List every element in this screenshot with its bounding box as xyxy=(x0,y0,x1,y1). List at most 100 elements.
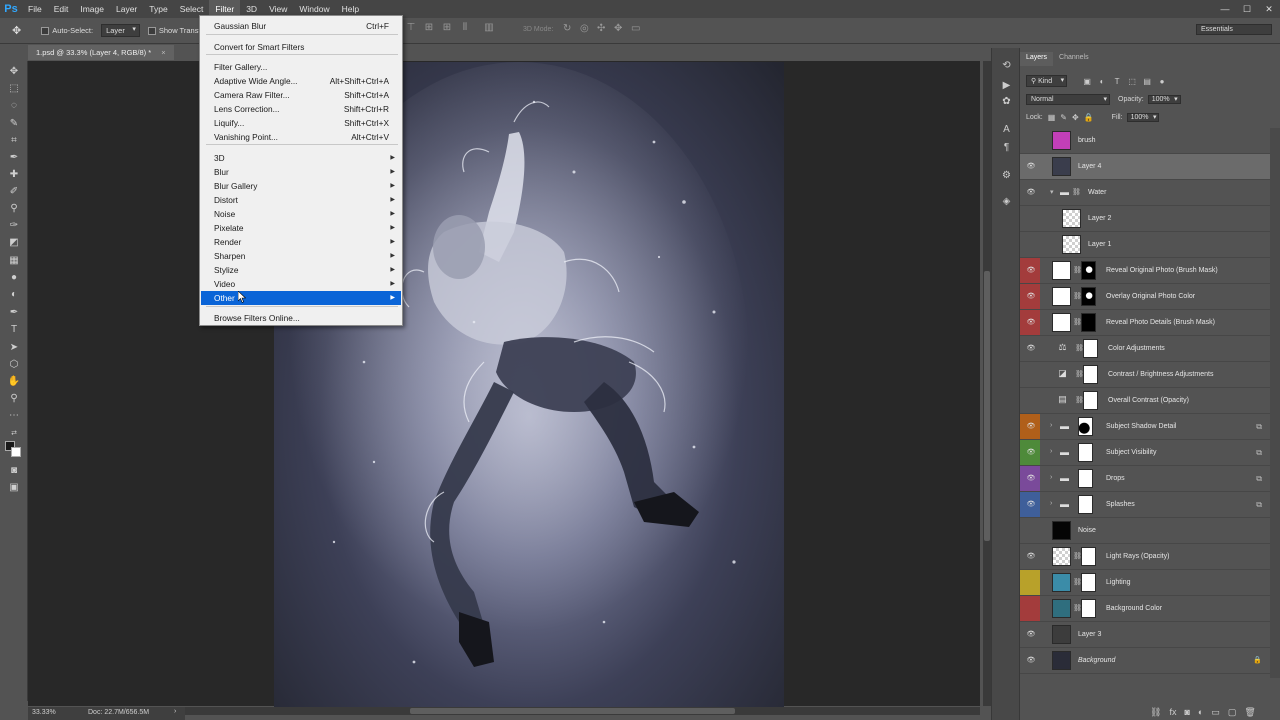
layer-name[interactable]: Subject Visibility xyxy=(1106,449,1156,456)
filter-menu-item-blur-gallery[interactable]: Blur Gallery ▶ xyxy=(201,179,401,193)
crop-tool-icon[interactable]: ⌗ xyxy=(7,134,21,148)
visibility-eye-icon[interactable] xyxy=(1026,214,1036,224)
new-adjustment-icon[interactable]: ◐ xyxy=(1198,707,1203,718)
maximize-button[interactable]: ☐ xyxy=(1236,0,1258,18)
layer-row[interactable]: 👁 › ▬ Subject Visibility ⧉ xyxy=(1020,440,1270,466)
layer-name[interactable]: Layer 3 xyxy=(1078,631,1101,638)
visibility-eye-icon[interactable]: 👁 xyxy=(1026,552,1036,562)
canvas-area[interactable] xyxy=(28,61,980,707)
layer-name[interactable]: Subject Shadow Detail xyxy=(1106,423,1176,430)
group-disclosure-icon[interactable]: › xyxy=(1050,448,1052,455)
layer-row[interactable]: ◪ ⛓ Contrast / Brightness Adjustments xyxy=(1020,362,1270,388)
layer-row[interactable]: brush xyxy=(1020,128,1270,154)
align-vcenter-icon[interactable]: ⊞ xyxy=(423,22,435,36)
layer-name[interactable]: Layer 1 xyxy=(1088,241,1111,248)
auto-select-checkbox[interactable] xyxy=(41,26,50,35)
layer-name[interactable]: Background xyxy=(1078,657,1115,664)
visibility-eye-icon[interactable] xyxy=(1026,136,1036,146)
layer-row[interactable]: Layer 1 xyxy=(1020,232,1270,258)
filter-type-icon[interactable]: T xyxy=(1112,77,1122,86)
eraser-tool-icon[interactable]: ◩ xyxy=(7,236,21,250)
filter-menu-item-render[interactable]: Render ▶ xyxy=(201,235,401,249)
healing-brush-icon[interactable]: ✚ xyxy=(7,168,21,182)
layer-name[interactable]: Splashes xyxy=(1106,501,1135,508)
more-tools-icon[interactable]: ⋯ xyxy=(7,409,21,423)
adjustments-panel-icon[interactable]: ⚙ xyxy=(1000,170,1013,183)
lasso-tool-icon[interactable]: ◌ xyxy=(7,99,21,113)
layer-thumbnail[interactable] xyxy=(1052,313,1071,332)
visibility-eye-icon[interactable]: 👁 xyxy=(1026,318,1036,328)
3d-slide-icon[interactable]: ✥ xyxy=(614,23,622,34)
layer-mask-thumbnail[interactable] xyxy=(1083,339,1098,358)
lock-position-icon[interactable]: ✥ xyxy=(1072,113,1079,122)
distribute-icon[interactable]: ⫴ xyxy=(459,22,471,36)
filter-menu-item-adaptive-wide-angle[interactable]: Adaptive Wide Angle... Alt+Shift+Ctrl+A xyxy=(201,74,401,88)
menu-file[interactable]: File xyxy=(22,0,48,18)
link-layers-icon[interactable]: ⛓ xyxy=(1150,707,1161,718)
3d-roll-icon[interactable]: ◎ xyxy=(580,23,589,34)
quick-select-tool-icon[interactable]: ✎ xyxy=(7,117,21,131)
layer-thumbnail[interactable] xyxy=(1052,287,1071,306)
filter-menu-item-sharpen[interactable]: Sharpen ▶ xyxy=(201,249,401,263)
layer-row[interactable]: ▤ ⛓ Overall Contrast (Opacity) xyxy=(1020,388,1270,414)
layer-thumbnail[interactable] xyxy=(1062,235,1081,254)
layer-row[interactable]: 👁 ⚖ ⛓ Color Adjustments xyxy=(1020,336,1270,362)
brush-tool-icon[interactable]: ✐ xyxy=(7,185,21,199)
auto-align-icon[interactable]: ▥ xyxy=(483,22,495,36)
menu-image[interactable]: Image xyxy=(74,0,110,18)
move-tool-icon[interactable]: ✥ xyxy=(12,24,21,37)
layer-row[interactable]: 👁 ⛓ Overlay Original Photo Color xyxy=(1020,284,1270,310)
filter-kind-dropdown[interactable]: ⚲ Kind xyxy=(1026,75,1068,87)
3d-rotate-icon[interactable]: ↻ xyxy=(563,23,571,34)
layer-row[interactable]: 👁 › ▬ Drops ⧉ xyxy=(1020,466,1270,492)
filter-smart-object-icon[interactable]: ▤ xyxy=(1142,77,1152,86)
layer-row[interactable]: 👁 ⛓ Reveal Photo Details (Brush Mask) xyxy=(1020,310,1270,336)
layer-thumbnail[interactable] xyxy=(1062,209,1081,228)
layer-name[interactable]: Lighting xyxy=(1106,579,1131,586)
blend-mode-dropdown[interactable]: Normal xyxy=(1026,93,1110,105)
filter-menu-item-vanishing-point[interactable]: Vanishing Point... Alt+Ctrl+V xyxy=(201,130,401,144)
visibility-eye-icon[interactable]: 👁 xyxy=(1026,448,1036,458)
layer-mask-thumbnail[interactable] xyxy=(1078,469,1093,488)
zoom-tool-icon[interactable]: ⚲ xyxy=(7,392,21,406)
layer-mask-thumbnail[interactable] xyxy=(1078,417,1093,436)
layer-row[interactable]: Layer 2 xyxy=(1020,206,1270,232)
workspace-dropdown[interactable]: Essentials xyxy=(1196,24,1272,35)
layer-name[interactable]: brush xyxy=(1078,137,1096,144)
layer-name[interactable]: Layer 2 xyxy=(1088,215,1111,222)
layer-row[interactable]: 👁 ⛓ Light Rays (Opacity) xyxy=(1020,544,1270,570)
visibility-eye-icon[interactable]: 👁 xyxy=(1026,266,1036,276)
group-disclosure-icon[interactable]: ▾ xyxy=(1050,188,1054,196)
vertical-scroll-thumb[interactable] xyxy=(984,271,990,541)
clone-stamp-icon[interactable]: ⚲ xyxy=(7,202,21,216)
filter-adjustment-icon[interactable]: ◐ xyxy=(1097,77,1107,86)
layer-row[interactable]: 👁 › ▬ Splashes ⧉ xyxy=(1020,492,1270,518)
layer-mask-thumbnail[interactable] xyxy=(1081,547,1096,566)
visibility-eye-icon[interactable] xyxy=(1026,604,1036,614)
paragraph-panel-icon[interactable]: ¶ xyxy=(1000,142,1013,155)
menu-edit[interactable]: Edit xyxy=(48,0,75,18)
layer-mask-thumbnail[interactable] xyxy=(1081,261,1096,280)
layer-thumbnail[interactable] xyxy=(1052,599,1071,618)
filter-menu-item-video[interactable]: Video ▶ xyxy=(201,277,401,291)
layer-mask-thumbnail[interactable] xyxy=(1083,391,1098,410)
group-disclosure-icon[interactable]: › xyxy=(1050,500,1052,507)
lock-all-icon[interactable]: 🔒 xyxy=(1084,113,1094,122)
auto-select-option[interactable]: Auto-Select: xyxy=(41,26,93,35)
visibility-eye-icon[interactable] xyxy=(1026,526,1036,536)
show-transform-option[interactable]: Show Transf xyxy=(147,26,201,35)
align-top-icon[interactable]: ⊤ xyxy=(405,22,417,36)
opacity-input[interactable]: 100% xyxy=(1147,94,1181,104)
gradient-tool-icon[interactable]: ▦ xyxy=(7,254,21,268)
layer-row[interactable]: 👁 › ▬ Subject Shadow Detail ⧉ xyxy=(1020,414,1270,440)
type-tool-icon[interactable]: T xyxy=(7,323,21,337)
filter-toggle-icon[interactable]: ● xyxy=(1157,77,1167,86)
visibility-eye-icon[interactable]: 👁 xyxy=(1026,292,1036,302)
layer-row[interactable]: Noise xyxy=(1020,518,1270,544)
fill-input[interactable]: 100% xyxy=(1126,112,1160,122)
visibility-eye-icon[interactable] xyxy=(1026,370,1036,380)
layer-mask-thumbnail[interactable] xyxy=(1081,599,1096,618)
layer-row[interactable]: 👁 ⛓ Reveal Original Photo (Brush Mask) xyxy=(1020,258,1270,284)
3d-scale-icon[interactable]: ▭ xyxy=(631,23,640,34)
layer-name[interactable]: Overlay Original Photo Color xyxy=(1106,293,1195,300)
